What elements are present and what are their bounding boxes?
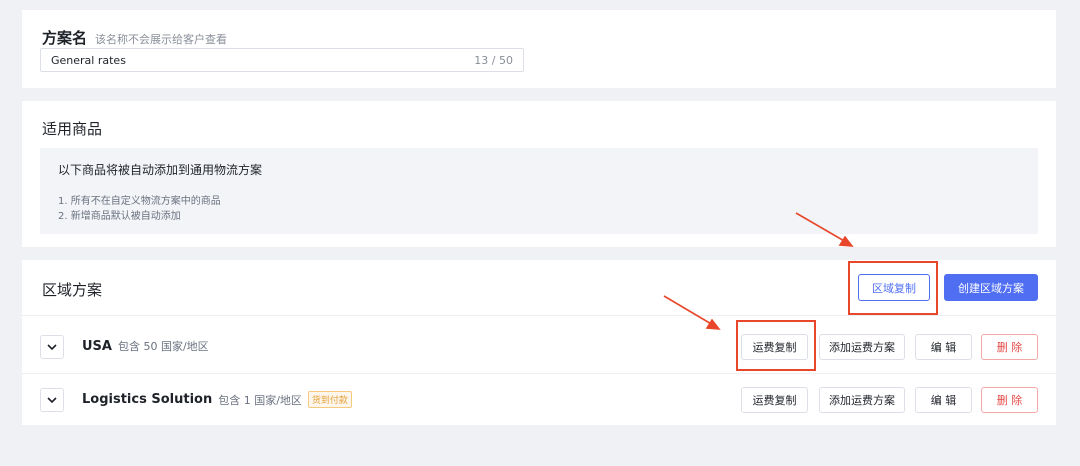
cod-badge: 货到付款 <box>307 391 352 408</box>
add-fee-plan-button[interactable]: 添加运费方案 <box>819 334 905 360</box>
create-region-button[interactable]: 创建区域方案 <box>944 274 1038 301</box>
products-info-heading: 以下商品将被自动添加到通用物流方案 <box>58 163 263 177</box>
plan-name-input-value: General rates <box>51 53 126 67</box>
fee-copy-button[interactable]: 运费复制 <box>741 334 808 360</box>
add-fee-plan-button[interactable]: 添加运费方案 <box>819 387 905 413</box>
region-copy-button[interactable]: 区域复制 <box>858 274 930 301</box>
plan-name-header: 方案名 该名称不会展示给客户查看 <box>42 27 227 48</box>
region-row: USA 包含 50 国家/地区 运费复制 添加运费方案 编 辑 删 除 <box>22 321 1056 377</box>
delete-button[interactable]: 删 除 <box>981 387 1038 413</box>
products-title: 适用商品 <box>42 120 103 138</box>
expand-toggle[interactable] <box>40 388 64 412</box>
edit-button[interactable]: 编 辑 <box>915 387 972 413</box>
delete-button[interactable]: 删 除 <box>981 334 1038 360</box>
region-country-count: 包含 50 国家/地区 <box>117 340 209 353</box>
divider <box>22 315 1056 316</box>
edit-button[interactable]: 编 辑 <box>915 334 972 360</box>
plan-name-hint: 该名称不会展示给客户查看 <box>95 33 228 46</box>
products-info-item: 2. 新增商品默认被自动添加 <box>58 211 181 222</box>
products-info-box: 以下商品将被自动添加到通用物流方案 1. 所有不在自定义物流方案中的商品 2. … <box>40 148 1038 234</box>
chevron-down-icon <box>47 343 57 350</box>
products-card: 适用商品 以下商品将被自动添加到通用物流方案 1. 所有不在自定义物流方案中的商… <box>22 101 1056 247</box>
regions-card: 区域方案 区域复制 创建区域方案 USA 包含 50 国家/地区 运费复制 添加… <box>22 260 1056 425</box>
region-name-group: USA 包含 50 国家/地区 <box>82 338 209 354</box>
fee-copy-button[interactable]: 运费复制 <box>741 387 808 413</box>
region-name-group: Logistics Solution 包含 1 国家/地区 货到付款 <box>82 391 352 408</box>
chevron-down-icon <box>47 396 57 403</box>
region-name: USA <box>82 338 112 354</box>
char-counter: 13 / 50 <box>474 53 513 67</box>
region-name: Logistics Solution <box>82 392 213 407</box>
regions-title: 区域方案 <box>42 281 103 299</box>
plan-name-card: 方案名 该名称不会展示给客户查看 General rates 13 / 50 <box>22 10 1056 88</box>
expand-toggle[interactable] <box>40 335 64 359</box>
products-info-item: 1. 所有不在自定义物流方案中的商品 <box>58 196 221 207</box>
plan-name-input[interactable]: General rates 13 / 50 <box>40 48 524 72</box>
plan-name-title: 方案名 <box>42 29 88 47</box>
region-row: Logistics Solution 包含 1 国家/地区 货到付款 运费复制 … <box>22 374 1056 430</box>
region-country-count: 包含 1 国家/地区 <box>218 393 302 407</box>
